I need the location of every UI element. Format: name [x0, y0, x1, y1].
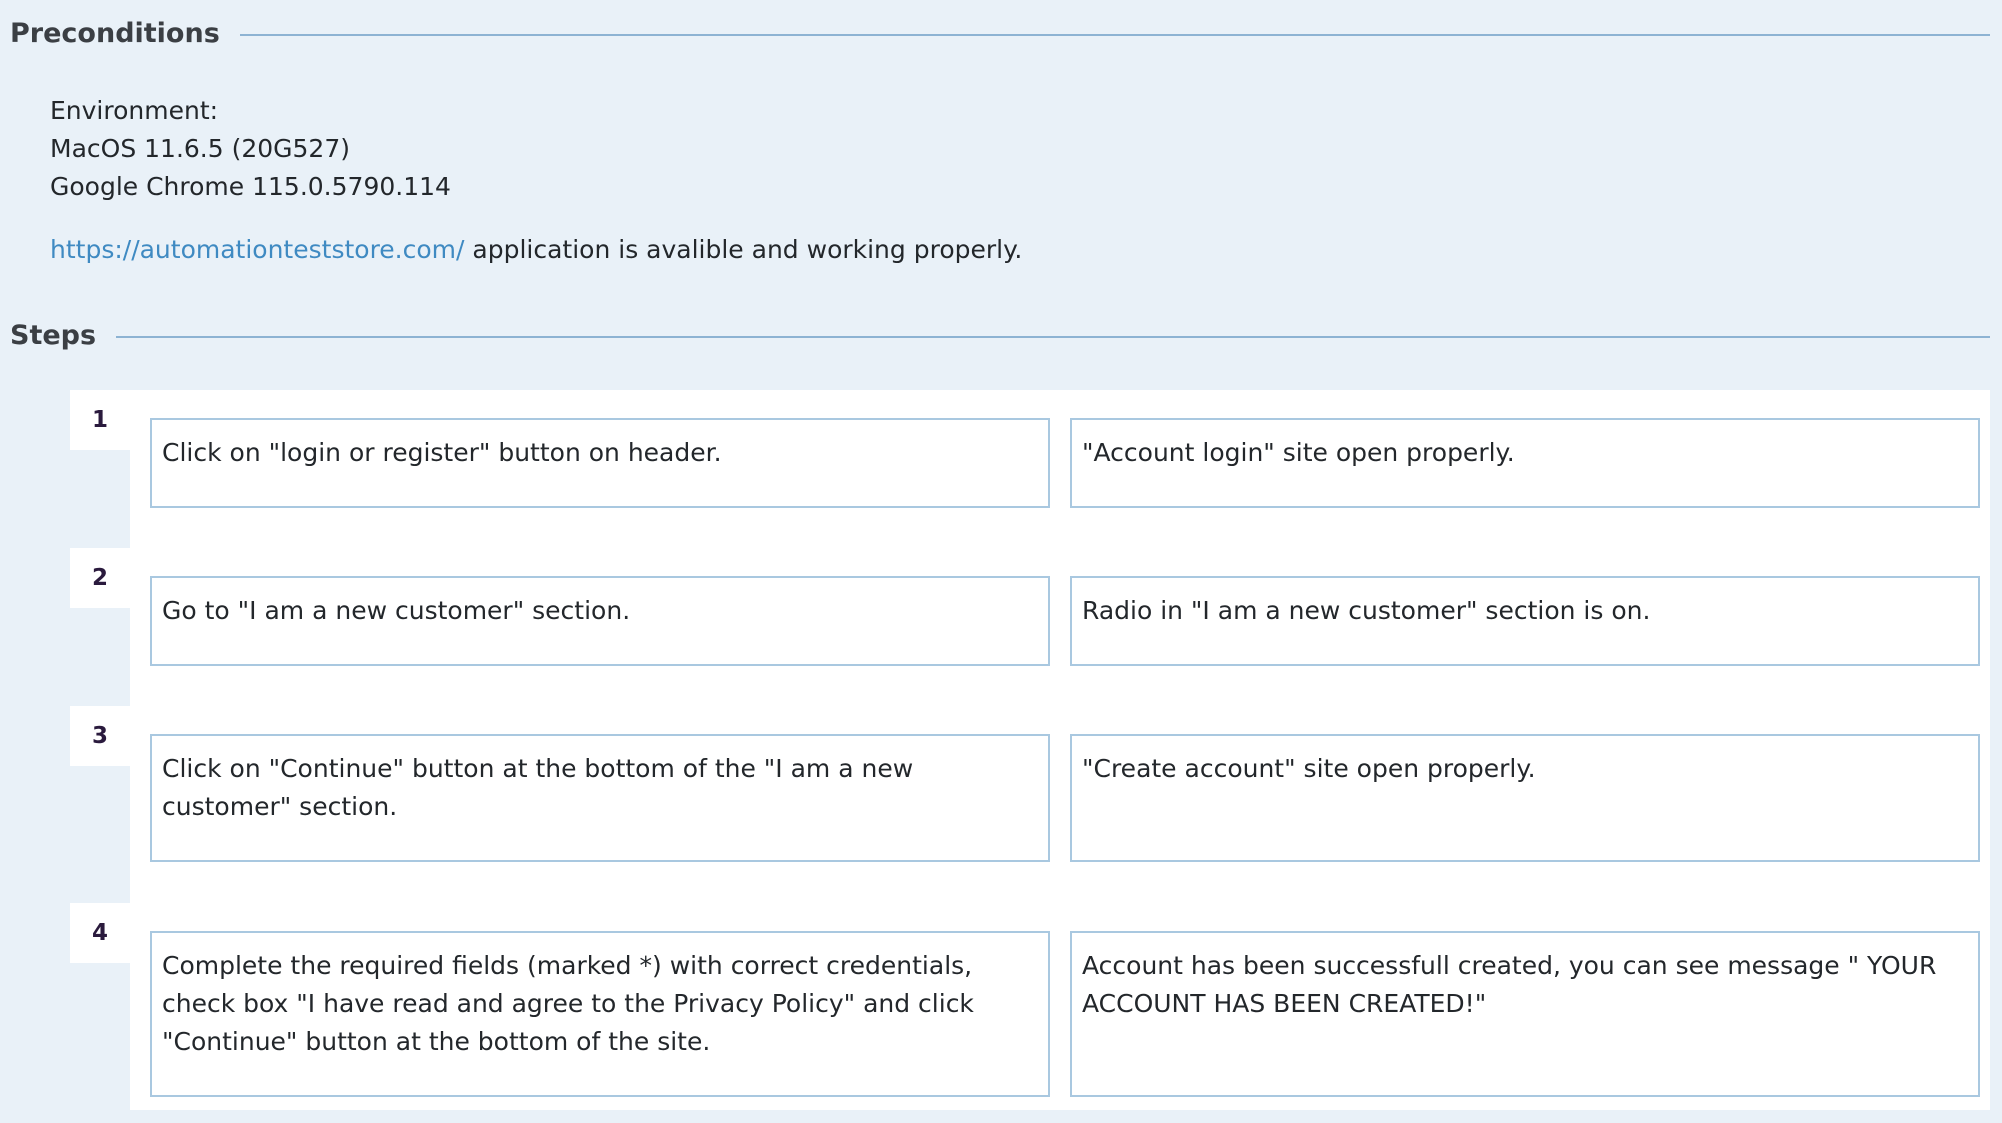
step-action: Click on "login or register" button on h… [150, 418, 1050, 508]
steps-header: Steps [10, 320, 1990, 351]
step-gutter [70, 766, 130, 903]
precondition-app-line: https://automationteststore.com/ applica… [50, 231, 1450, 269]
step-action: Go to "I am a new customer" section. [150, 576, 1050, 666]
environment-browser: Google Chrome 115.0.5790.114 [50, 172, 451, 201]
step-action: Click on "Continue" button at the bottom… [150, 734, 1050, 862]
steps-divider [116, 335, 1990, 338]
preconditions-title: Preconditions [10, 18, 220, 49]
preconditions-body: Environment: MacOS 11.6.5 (20G527) Googl… [50, 92, 1450, 269]
step-number: 3 [70, 706, 130, 766]
step-expected-result: Account has been successfull created, yo… [1070, 931, 1980, 1097]
step-number: 1 [70, 390, 130, 450]
step-gutter [70, 608, 130, 706]
step-gutter [70, 963, 130, 1123]
step-expected-result: "Create account" site open properly. [1070, 734, 1980, 862]
step-number: 4 [70, 903, 130, 963]
step-gutter [70, 450, 130, 548]
app-url-link[interactable]: https://automationteststore.com/ [50, 235, 464, 264]
steps-panel: 1 Click on "login or register" button on… [70, 390, 1990, 1123]
step-expected-result: Radio in "I am a new customer" section i… [1070, 576, 1980, 666]
precondition-app-text: application is avalible and working prop… [464, 235, 1023, 264]
environment-label: Environment: [50, 96, 219, 125]
steps-title: Steps [10, 320, 97, 351]
environment-os: MacOS 11.6.5 (20G527) [50, 134, 350, 163]
preconditions-divider [239, 33, 1990, 36]
step-expected-result: "Account login" site open properly. [1070, 418, 1980, 508]
step-action: Complete the required fields (marked *) … [150, 931, 1050, 1097]
step-number: 2 [70, 548, 130, 608]
preconditions-header: Preconditions [10, 18, 1990, 49]
